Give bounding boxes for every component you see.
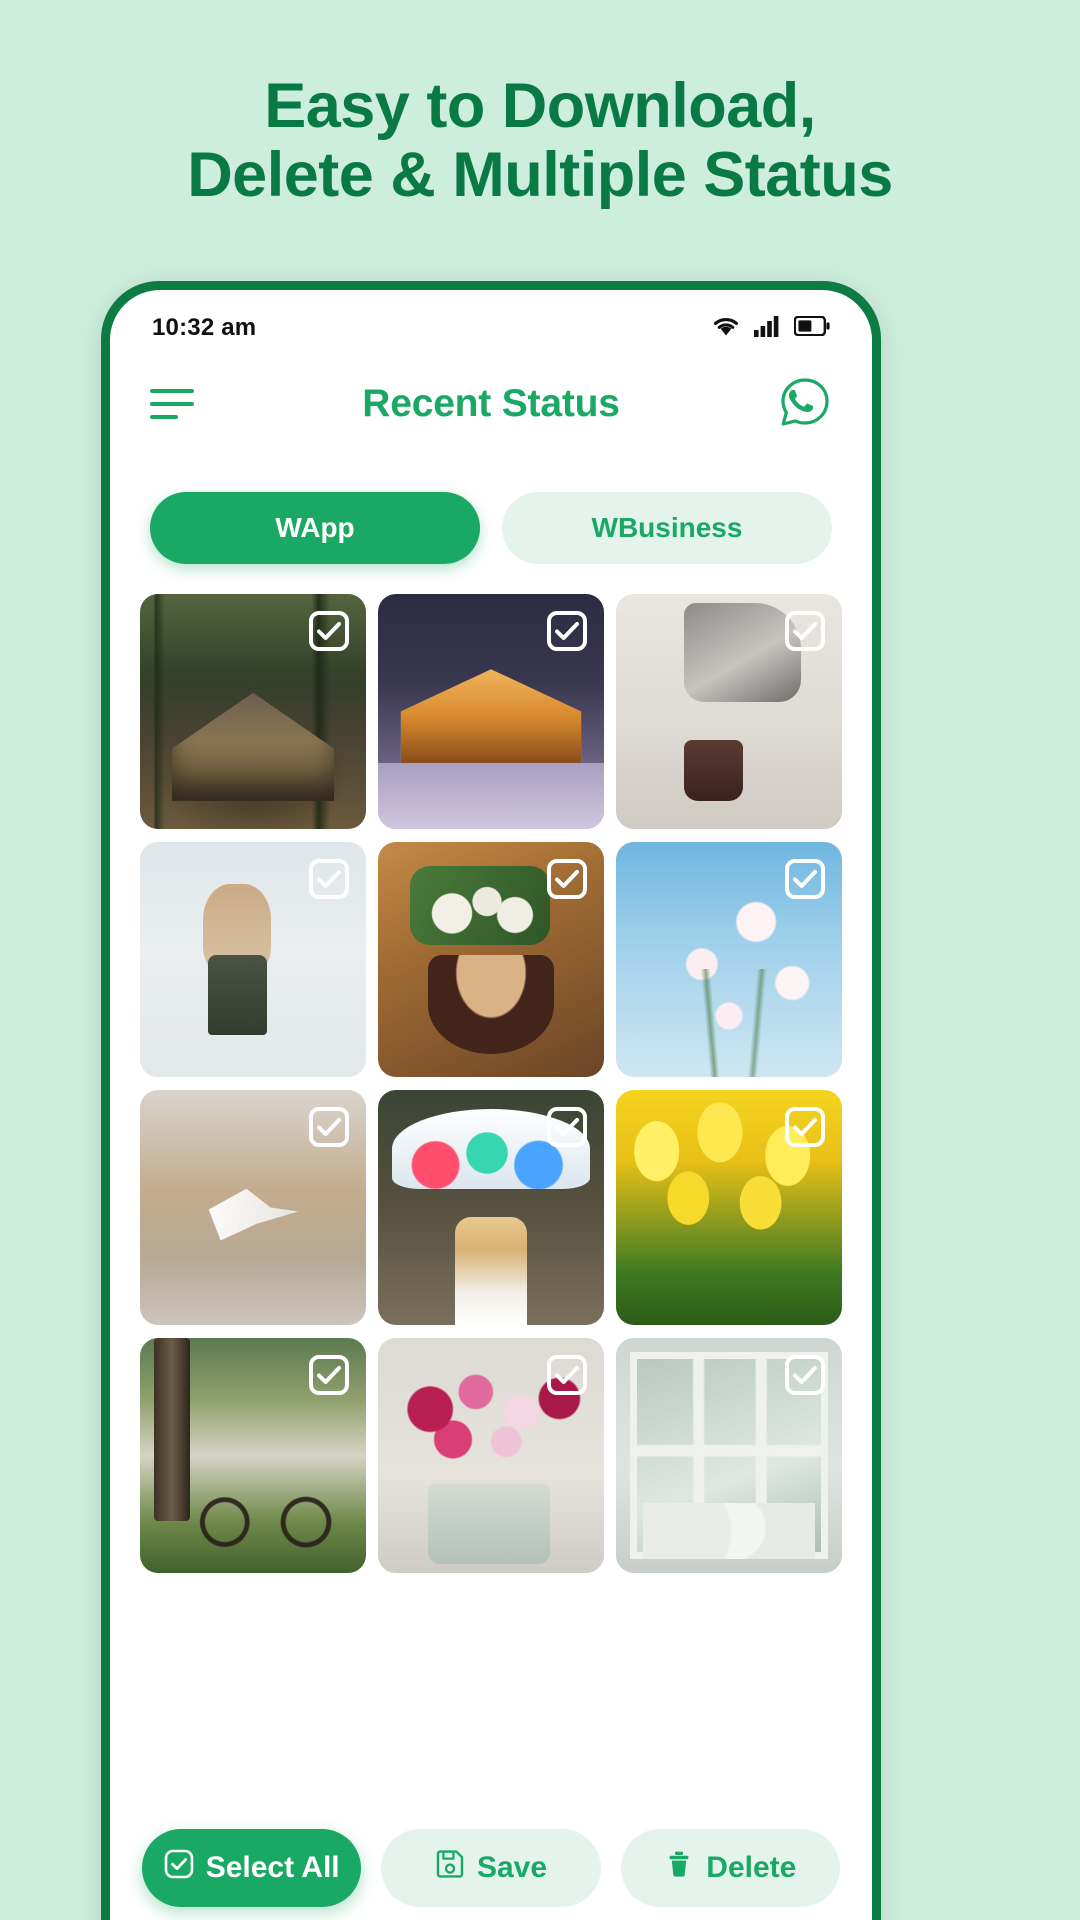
tile-checkbox[interactable] (547, 611, 587, 651)
menu-line (150, 402, 194, 406)
save-button[interactable]: Save (381, 1829, 601, 1907)
phone-frame: 10:32 am Recent Status WApp WBusiness Se… (101, 281, 881, 1920)
tile-checkbox[interactable] (309, 859, 349, 900)
tab-wapp[interactable]: WApp (150, 492, 480, 564)
checkmark-icon (317, 1365, 341, 1385)
action-label: Select All (205, 1851, 340, 1884)
promo-screenshot: Easy to Download, Delete & Multiple Stat… (0, 0, 1080, 1920)
tile-checkbox[interactable] (785, 1107, 825, 1148)
tile-checkbox[interactable] (309, 1107, 349, 1148)
status-tile[interactable] (378, 594, 604, 830)
checkmark-icon (793, 869, 817, 889)
status-tile[interactable] (616, 594, 842, 830)
status-tile[interactable] (616, 842, 842, 1078)
tile-checkbox[interactable] (547, 859, 587, 900)
tile-checkbox[interactable] (547, 1107, 587, 1148)
status-tile[interactable] (140, 1338, 366, 1574)
action-bar: Select All Save Delete (110, 1829, 872, 1907)
page-title: Recent Status (362, 382, 620, 425)
tile-checkbox[interactable] (785, 1355, 825, 1396)
checkmark-icon (555, 621, 579, 641)
checkmark-icon (317, 869, 341, 889)
tile-checkbox[interactable] (309, 611, 349, 651)
status-tile[interactable] (378, 842, 604, 1078)
status-tile[interactable] (378, 1090, 604, 1326)
checkmark-icon (555, 1117, 579, 1137)
status-media-grid (110, 564, 872, 1574)
app-bar: Recent Status (110, 352, 872, 456)
status-tile[interactable] (140, 1090, 366, 1326)
tile-checkbox[interactable] (547, 1355, 587, 1396)
checkmark-icon (555, 869, 579, 889)
status-icons (712, 315, 830, 342)
action-label: Delete (706, 1851, 797, 1884)
tile-checkbox[interactable] (309, 1355, 349, 1396)
menu-line (150, 415, 178, 419)
tile-checkbox[interactable] (785, 859, 825, 900)
whatsapp-icon[interactable] (778, 375, 832, 434)
checkmark-icon (793, 1117, 817, 1137)
status-tile[interactable] (616, 1338, 842, 1574)
status-bar: 10:32 am (110, 290, 872, 352)
source-tabs: WApp WBusiness (110, 456, 872, 564)
status-tile[interactable] (616, 1090, 842, 1326)
signal-icon (754, 315, 780, 342)
promo-line-2: Delete & Multiple Status (187, 139, 893, 210)
tile-checkbox[interactable] (785, 611, 825, 651)
checkbox-icon (164, 1849, 194, 1887)
hamburger-menu-icon[interactable] (150, 389, 198, 419)
checkmark-icon (555, 1365, 579, 1385)
status-tile[interactable] (140, 594, 366, 830)
checkmark-icon (317, 1117, 341, 1137)
status-tile[interactable] (378, 1338, 604, 1574)
menu-line (150, 389, 194, 393)
delete-button[interactable]: Delete (620, 1829, 840, 1907)
phone-screen: 10:32 am Recent Status WApp WBusiness Se… (110, 290, 872, 1920)
promo-headline: Easy to Download, Delete & Multiple Stat… (0, 72, 1080, 209)
select-all-button[interactable]: Select All (142, 1829, 362, 1907)
battery-icon (793, 315, 830, 341)
checkmark-icon (317, 621, 341, 641)
tab-wbusiness[interactable]: WBusiness (502, 492, 832, 564)
checkmark-icon (793, 621, 817, 641)
floppy-disk-icon (435, 1849, 465, 1887)
status-tile[interactable] (140, 842, 366, 1078)
promo-line-1: Easy to Download, (264, 71, 816, 141)
status-time: 10:32 am (152, 314, 257, 341)
trash-icon (664, 1849, 694, 1887)
wifi-icon (712, 315, 740, 342)
action-label: Save (476, 1851, 548, 1884)
checkmark-icon (793, 1365, 817, 1385)
